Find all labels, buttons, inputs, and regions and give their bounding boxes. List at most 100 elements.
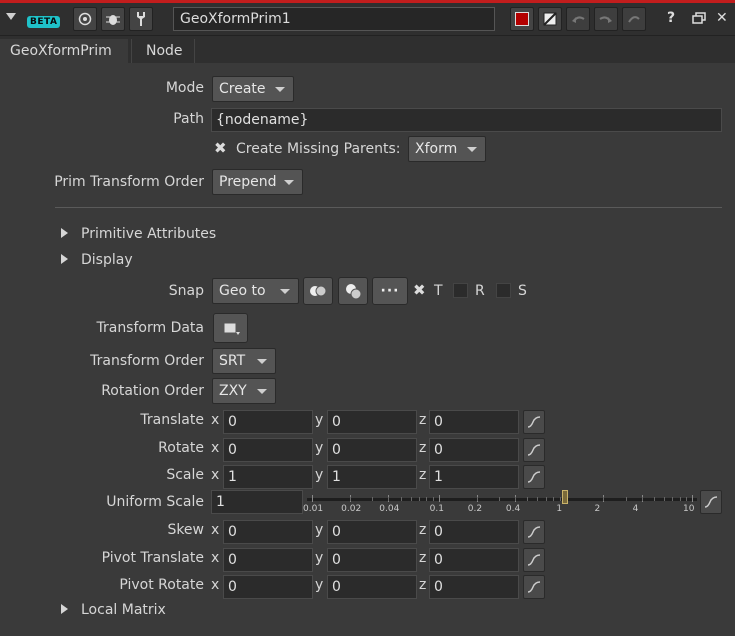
translate-label: Translate [140, 412, 204, 428]
slider-minor-tick [663, 497, 665, 501]
folder-local-matrix[interactable]: Local Matrix [81, 602, 166, 618]
x-axis-label: x [211, 412, 220, 428]
pivot-translate-channel-icon[interactable] [523, 548, 545, 572]
undo-icon[interactable] [566, 7, 590, 31]
collapse-triangle-icon[interactable] [6, 13, 16, 20]
x-axis-label: x [211, 550, 220, 566]
tab-node[interactable]: Node [131, 39, 195, 63]
y-axis-label: y [315, 550, 324, 566]
snap-menu[interactable]: Geo to [212, 278, 299, 304]
beta-badge: BETA [27, 12, 61, 28]
pivot-translate-x-field[interactable]: 0 [223, 548, 313, 572]
pivot-rotate-y-field[interactable]: 0 [327, 575, 417, 599]
prim-transform-order-value: Prepend [219, 174, 277, 190]
pivot-rotate-channel-icon[interactable] [523, 575, 545, 599]
folder-collapsed-icon[interactable] [61, 254, 68, 264]
scale-channel-icon[interactable] [523, 465, 545, 489]
folder-primitive-attributes[interactable]: Primitive Attributes [81, 226, 216, 242]
slider-tick-label: 10 [683, 504, 695, 514]
skew-channel-icon[interactable] [523, 520, 545, 544]
y-axis-label: y [315, 440, 324, 456]
prim-transform-order-menu[interactable]: Prepend [212, 169, 303, 195]
bug-icon[interactable] [101, 7, 125, 31]
rotate-channel-icon[interactable] [523, 438, 545, 462]
slider-tick-label: 0.2 [467, 504, 483, 514]
red-display-icon[interactable] [510, 7, 534, 31]
x-axis-label: x [211, 577, 220, 593]
rotate-label: Rotate [158, 440, 204, 456]
rotation-order-value: ZXY [219, 383, 247, 399]
transform-order-menu[interactable]: SRT [212, 348, 276, 374]
snap-r-checkbox[interactable] [453, 283, 468, 298]
skew-y-field[interactable]: 0 [327, 520, 417, 544]
uniform-scale-channel-icon[interactable] [700, 490, 722, 514]
pivot-rotate-x-field[interactable]: 0 [223, 575, 313, 599]
uniform-scale-slider[interactable]: 0.01 0.02 0.04 0.1 0.2 0.4 1 2 4 10 [303, 487, 697, 515]
snap-t-checkbox[interactable]: ✖ [413, 283, 426, 298]
slider-track [307, 498, 697, 501]
node-name-field[interactable]: GeoXformPrim1 [173, 7, 495, 31]
target-icon[interactable] [73, 7, 97, 31]
snap-r-label: R [475, 283, 485, 299]
create-missing-checkbox[interactable]: ✖ [214, 141, 227, 156]
scale-y-field[interactable]: 1 [327, 465, 417, 489]
tab-bar: GeoXformPrim Node [0, 36, 735, 63]
slider-minor-tick [537, 497, 539, 501]
create-missing-label: Create Missing Parents: [236, 141, 401, 157]
rotation-order-menu[interactable]: ZXY [212, 378, 276, 404]
path-field[interactable]: {nodename} [211, 108, 722, 132]
translate-channel-icon[interactable] [523, 410, 545, 434]
slider-minor-tick [499, 497, 501, 501]
uniform-scale-field[interactable]: 1 [211, 490, 303, 514]
float-icon[interactable] [692, 12, 706, 28]
x-axis-label: x [211, 522, 220, 538]
reload-icon[interactable] [622, 7, 646, 31]
scale-x-field[interactable]: 1 [223, 465, 313, 489]
skew-label: Skew [167, 522, 204, 538]
rotation-order-label: Rotation Order [101, 383, 204, 399]
skew-z-field[interactable]: 0 [429, 520, 519, 544]
translate-x-field[interactable]: 0 [223, 410, 313, 434]
rotate-x-field[interactable]: 0 [223, 438, 313, 462]
pivot-translate-z-field[interactable]: 0 [429, 548, 519, 572]
slider-minor-tick [679, 497, 681, 501]
close-icon[interactable]: ✕ [716, 10, 728, 26]
help-icon[interactable]: ? [667, 10, 675, 26]
rotate-z-field[interactable]: 0 [429, 438, 519, 462]
snap-t-label: T [434, 283, 443, 299]
redo-icon[interactable] [594, 7, 618, 31]
mode-value: Create [219, 81, 266, 97]
snap-more-icon[interactable]: ··· [372, 277, 408, 305]
scale-z-field[interactable]: 1 [429, 465, 519, 489]
y-axis-label: y [315, 467, 324, 483]
slider-tick-label: 1 [556, 504, 563, 514]
pivot-rotate-z-field[interactable]: 0 [429, 575, 519, 599]
mode-menu[interactable]: Create [212, 76, 294, 102]
rotate-y-field[interactable]: 0 [327, 438, 417, 462]
translate-z-field[interactable]: 0 [429, 410, 519, 434]
transform-data-icon[interactable] [213, 313, 248, 343]
slider-minor-tick [388, 497, 390, 501]
snap-pivot-icon[interactable] [338, 277, 368, 305]
pivot-translate-label: Pivot Translate [101, 550, 204, 566]
folder-collapsed-icon[interactable] [61, 604, 68, 614]
snap-label: Snap [168, 283, 204, 299]
folder-display[interactable]: Display [81, 252, 133, 268]
folder-collapsed-icon[interactable] [61, 228, 68, 238]
snap-geo-icon[interactable] [303, 277, 333, 305]
translate-y-field[interactable]: 0 [327, 410, 417, 434]
skew-x-field[interactable]: 0 [223, 520, 313, 544]
slider-minor-tick [603, 497, 605, 501]
wrench-icon[interactable] [129, 7, 153, 31]
bypass-icon[interactable] [538, 7, 562, 31]
y-axis-label: y [315, 412, 324, 428]
parameter-header: BETA GeoXformPrim1 ? ✕ [0, 3, 735, 36]
separator [55, 207, 722, 208]
create-missing-menu[interactable]: Xform [408, 136, 486, 162]
snap-s-checkbox[interactable] [496, 283, 511, 298]
pivot-translate-y-field[interactable]: 0 [327, 548, 417, 572]
mode-label: Mode [165, 80, 204, 96]
slider-minor-tick [432, 497, 434, 501]
slider-handle[interactable] [562, 490, 569, 504]
tab-geoxformprim[interactable]: GeoXformPrim [0, 39, 128, 63]
